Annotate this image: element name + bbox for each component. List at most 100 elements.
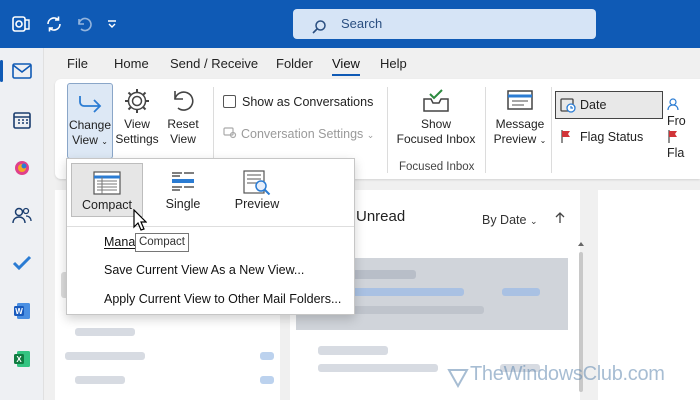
tab-help[interactable]: Help	[380, 56, 407, 71]
ribbon-separator	[387, 87, 388, 173]
sort-by-date-button[interactable]: By Date ⌄	[482, 212, 565, 227]
sort-label: By Date	[482, 213, 527, 227]
manage-views-item[interactable]: Mana	[104, 235, 135, 249]
todo-nav[interactable]	[0, 246, 44, 280]
mail-icon	[12, 63, 32, 79]
search-input[interactable]: Search	[293, 9, 596, 39]
chevron-down-icon: ⌄	[366, 130, 375, 140]
save-current-view-item[interactable]: Save Current View As a New View...	[104, 263, 304, 277]
view-settings-button[interactable]: View Settings	[115, 87, 159, 147]
conversation-settings-label: Conversation Settings	[241, 127, 364, 141]
view-option-label: Compact	[81, 198, 133, 212]
view-settings-label-1: View	[124, 117, 150, 131]
people-nav[interactable]	[0, 198, 44, 232]
from-icon	[667, 97, 679, 114]
change-view-button[interactable]: Change View ⌄	[67, 83, 113, 159]
date-icon	[560, 97, 576, 116]
message-preview-text	[318, 364, 438, 372]
reset-view-label-2: View	[170, 132, 196, 146]
show-as-conversations-checkbox[interactable]: Show as Conversations	[223, 95, 373, 109]
folder-item[interactable]	[75, 328, 135, 336]
sync-icon[interactable]	[43, 13, 65, 35]
arrange-by-flag-option[interactable]: Fla	[667, 129, 700, 160]
focused-inbox-icon	[423, 89, 449, 112]
folder-item[interactable]	[65, 352, 145, 360]
chevron-down-icon: ⌄	[539, 136, 547, 145]
message-sender	[318, 346, 388, 355]
tab-view[interactable]: View	[332, 56, 360, 76]
view-option-preview[interactable]: Preview	[221, 163, 293, 217]
outlook-logo-icon	[10, 13, 32, 35]
ribbon-separator	[485, 87, 486, 173]
message-preview-button[interactable]: Message Preview ⌄	[491, 87, 549, 148]
svg-text:X: X	[16, 355, 22, 364]
undo-icon[interactable]	[73, 13, 95, 35]
show-focused-inbox-button[interactable]: Show Focused Inbox	[395, 87, 477, 147]
word-icon: W	[14, 303, 30, 319]
title-bar: Search	[0, 0, 700, 48]
svg-text:W: W	[15, 307, 23, 316]
red-flag-icon	[560, 129, 572, 146]
sort-direction-icon[interactable]	[555, 212, 565, 227]
reset-view-button[interactable]: Reset View	[162, 87, 204, 147]
change-view-label-2: View ⌄	[72, 133, 108, 147]
apply-current-view-item[interactable]: Apply Current View to Other Mail Folders…	[104, 292, 341, 306]
tab-send-receive[interactable]: Send / Receive	[170, 56, 258, 71]
excel-icon: X	[14, 351, 30, 367]
arrange-by-flag-status-option[interactable]: Flag Status	[560, 129, 643, 146]
conversation-settings-button[interactable]: Conversation Settings ⌄	[223, 127, 374, 141]
search-icon	[311, 16, 327, 34]
excel-nav[interactable]: X	[0, 342, 44, 376]
message-list-title: Unread	[356, 208, 406, 225]
ribbon-separator	[551, 87, 552, 173]
mail-nav[interactable]	[0, 54, 44, 88]
folder-badge	[260, 376, 274, 384]
calendar-nav[interactable]	[0, 103, 44, 137]
watermark-logo-icon	[447, 366, 469, 391]
compact-view-icon	[93, 171, 121, 195]
tab-file[interactable]: File	[67, 56, 88, 71]
flag-label: Fla	[667, 146, 685, 160]
conversation-settings-icon	[223, 127, 237, 139]
watermark-text: TheWindowsClub.com	[470, 363, 665, 385]
copilot-nav[interactable]	[0, 151, 44, 185]
quick-access-dropdown-icon[interactable]	[101, 13, 123, 35]
arrange-by-from-option[interactable]: Fro	[667, 97, 700, 128]
word-nav[interactable]: W	[0, 294, 44, 328]
show-as-conversations-label: Show as Conversations	[242, 95, 374, 109]
message-time	[502, 288, 540, 296]
focused-inbox-group-label: Focused Inbox	[399, 161, 475, 173]
message-sender	[346, 270, 416, 279]
message-preview-label-2: Preview ⌄	[493, 132, 547, 146]
change-view-icon	[79, 96, 102, 113]
change-view-dropdown: Compact Single Preview Mana Save Current…	[66, 158, 355, 315]
red-flag-icon	[667, 129, 679, 146]
from-label: Fro	[667, 114, 686, 128]
scroll-up-icon[interactable]	[578, 236, 584, 250]
message-preview-text	[344, 306, 484, 314]
change-view-label-1: Change	[68, 118, 112, 132]
chevron-down-icon: ⌄	[529, 216, 538, 226]
tab-home[interactable]: Home	[114, 56, 149, 71]
copilot-icon	[15, 161, 29, 175]
app-rail: W X	[0, 48, 44, 400]
reset-icon	[174, 91, 194, 111]
chevron-down-icon: ⌄	[101, 137, 108, 146]
focused-inbox-label-1: Show	[420, 117, 452, 131]
folder-badge	[260, 352, 274, 360]
tooltip: Compact	[135, 233, 189, 252]
flag-status-label: Flag Status	[580, 130, 644, 144]
message-preview-label-1: Message	[495, 117, 545, 131]
dropdown-separator	[67, 226, 354, 227]
arrange-date-label: Date	[580, 98, 607, 112]
checkbox-box[interactable]	[223, 95, 236, 108]
message-subject	[344, 288, 464, 296]
folder-item[interactable]	[75, 376, 125, 384]
mouse-cursor-icon	[133, 208, 148, 234]
calendar-icon	[13, 112, 31, 129]
ribbon-tabs: File Home Send / Receive Folder View Hel…	[44, 48, 700, 78]
tab-folder[interactable]: Folder	[276, 56, 313, 71]
arrange-by-date-option[interactable]: Date	[555, 91, 663, 119]
view-option-label: Single	[165, 197, 201, 211]
view-option-single[interactable]: Single	[147, 163, 219, 217]
